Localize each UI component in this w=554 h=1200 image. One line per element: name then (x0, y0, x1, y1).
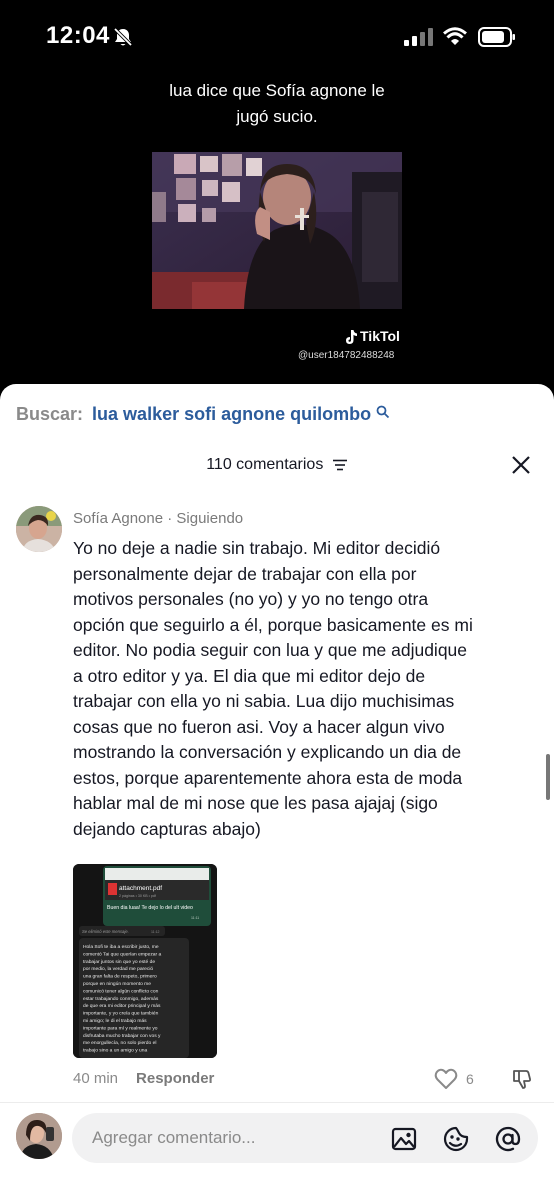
mention-icon[interactable] (494, 1125, 522, 1153)
comments-sheet: Buscar: lua walker sofi agnone quilombo … (0, 384, 554, 1200)
heart-icon[interactable] (434, 1068, 458, 1090)
video-thumbnail (152, 152, 402, 309)
scrollbar[interactable] (546, 754, 550, 800)
attachment-bubble-time: 11:11 (191, 916, 199, 920)
attachment-message-line: comunicó tener algún conflicto con (83, 988, 159, 994)
reply-button[interactable]: Responder (136, 1070, 214, 1087)
status-bar: 12:04 (0, 0, 554, 74)
comment-line: estos, porque aparentemente ahora esta d… (73, 767, 463, 788)
attachment-message-line: comentó Tai que querían empezar a (83, 951, 161, 957)
wifi-icon (443, 27, 467, 45)
comment-line: a otro editor y ya. El dia que mi editor… (73, 665, 426, 686)
search-label: Buscar: (16, 404, 84, 424)
attachment-message-line: importante, y yo creía que también (83, 1011, 159, 1017)
attachment-message-line: trabajar juntos sin que yo esté de (83, 959, 155, 965)
attachment-message-line: mi amigo; le di el trabajo más (83, 1018, 147, 1024)
tiktok-note-icon (346, 329, 357, 344)
bell-off-icon (113, 27, 133, 47)
attachment-message-line: disfrutaba mucho trabajar con vos y (83, 1033, 161, 1039)
comment-line: trabajar con ella yo ni sabia. Lua dijo … (73, 691, 455, 711)
comment-meta: 40 min Responder (73, 1070, 214, 1087)
tiktok-watermark-text: TikTol (360, 328, 400, 344)
tiktok-username: @user184782488248 (298, 350, 395, 361)
avatar[interactable] (16, 506, 62, 552)
dislike-icon[interactable] (512, 1068, 534, 1090)
sort-icon[interactable] (332, 459, 348, 471)
attachment-deleted-time: 11:12 (151, 930, 160, 934)
comment-line: editor. No podia seguir con lua y que me… (73, 640, 468, 660)
video-caption-line: lua dice que Sofía agnone le (169, 81, 385, 100)
like-button[interactable]: 6 (434, 1068, 474, 1090)
comments-count: 110 comentarios (206, 456, 324, 473)
comment-line: mostrando la conversación y explicando u… (73, 742, 462, 762)
comments-count-header: 110 comentarios (0, 456, 554, 474)
attachment-file-meta: 2 páginas • 30 KB • pdf (119, 894, 156, 898)
attachment-deleted-text: Se eliminó este mensaje. (82, 929, 129, 934)
status-time: 12:04 (46, 22, 110, 49)
close-icon[interactable] (510, 454, 532, 476)
comment-line: motivos personales (no yo) y yo no tengo… (73, 589, 429, 609)
video-player[interactable]: lua dice que Sofía agnone le jugó sucio. (0, 74, 554, 394)
video-caption-line: jugó sucio. (236, 107, 318, 126)
comment-time: 40 min (73, 1070, 119, 1087)
search-icon (376, 405, 390, 419)
attachment-file-name: attachment.pdf (119, 885, 162, 892)
comment-line: personalmente dejar de trabajar con ella… (73, 563, 417, 584)
image-icon[interactable] (390, 1125, 418, 1153)
attachment-message-line: me enorgullecía, no solo pierdo el (83, 1040, 156, 1046)
comment-line: cosas que no fueron asi. Voy a hacer alg… (73, 716, 445, 737)
home-indicator-area (0, 1187, 554, 1200)
attachment-message-line: importante para mí y realmente yo (83, 1025, 158, 1031)
tiktok-watermark: TikTol (344, 328, 400, 345)
comment-composer (0, 1102, 554, 1200)
attachment-message-line: una gran falta de respeto, primero (83, 974, 157, 980)
search-suggestion[interactable]: Buscar: lua walker sofi agnone quilombo (16, 404, 390, 425)
comment-author[interactable]: Sofía Agnone · Siguiendo (73, 510, 243, 527)
like-count: 6 (466, 1071, 474, 1087)
attachment-message-line: de que era mi editor principal y más (83, 1003, 161, 1009)
comment-image-attachment[interactable]: attachment.pdf 2 páginas • 30 KB • pdf B… (73, 864, 217, 1058)
attachment-message-line: porque en ningún momento me (83, 981, 151, 987)
attachment-message-line: trabajo sino a un amigo y una (83, 1048, 147, 1054)
emoji-icon[interactable] (442, 1125, 470, 1153)
comment-line: dejando capturas abajo) (73, 818, 261, 839)
user-avatar[interactable] (16, 1113, 62, 1159)
attachment-message-line: por medio, la verdad me pareció (83, 966, 153, 972)
comment-line: opción que seguirlo a él, porque basicam… (73, 614, 473, 635)
video-caption: lua dice que Sofía agnone le jugó sucio. (0, 78, 554, 130)
attachment-message-line: Hola Sofi te iba a escribir justo, me (83, 944, 159, 950)
attachment-bubble-text: Buen dia luaa! Te dejo lo del ult video (107, 905, 193, 911)
attachment-message-line: estar trabajando conmigo, además (83, 996, 159, 1002)
comment-text: Yo no deje a nadie sin trabajo. Mi edito… (73, 536, 541, 842)
comment-line: Yo no deje a nadie sin trabajo. Mi edito… (73, 538, 441, 558)
signal-icon (404, 28, 433, 46)
battery-icon (478, 27, 515, 47)
search-query-link[interactable]: lua walker sofi agnone quilombo (92, 404, 371, 424)
comment-line: hablar mal de mi nose que les pasa ajaja… (73, 793, 438, 813)
